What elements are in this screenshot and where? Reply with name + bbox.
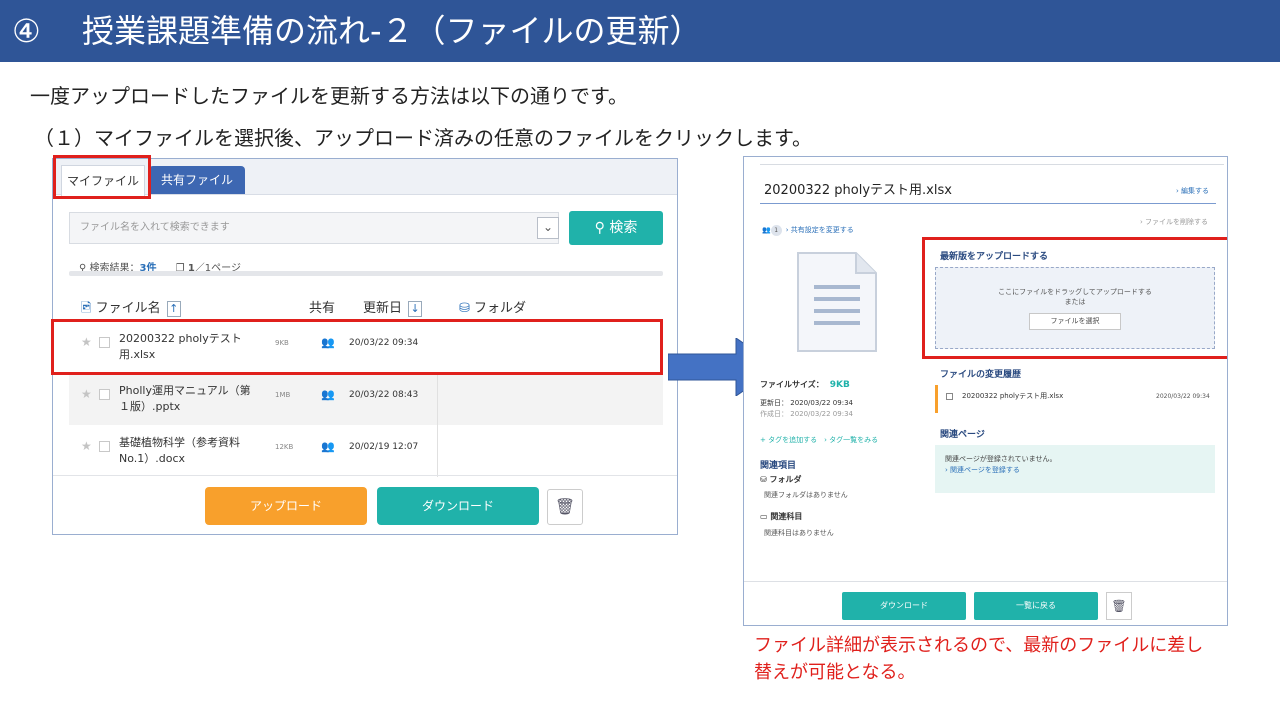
file-size-info: ファイルサイズ： 9KB [760, 379, 850, 390]
history-row[interactable]: 20200322 pholyテスト用.xlsx 2020/03/22 09:34 [935, 385, 1215, 413]
table-row[interactable]: ★ Pholly運用マニュアル（第１版）.pptx 1MB 👥 20/03/22… [69, 373, 663, 425]
folder-icon: ⛁ [459, 301, 470, 316]
file-date: 20/03/22 08:43 [349, 390, 419, 400]
search-button-label: 検索 [609, 220, 638, 236]
document-icon [797, 252, 877, 352]
related-pages-box: 関連ページが登録されていません。 › 関連ページを登録する [935, 445, 1215, 493]
file-size-label: ファイルサイズ： [760, 380, 824, 389]
created-value: 2020/03/22 09:34 [790, 410, 853, 418]
related-folder-heading: フォルダ [769, 475, 802, 484]
slide-title-bar: ④ 授業課題準備の流れ-２（ファイルの更新） [0, 0, 1280, 62]
upload-button[interactable]: アップロード [205, 487, 367, 525]
top-divider [760, 164, 1224, 165]
folder-column-divider [437, 373, 438, 477]
file-size: 1MB [275, 391, 291, 399]
header-shared: 共有 [309, 301, 336, 316]
row-checkbox[interactable] [99, 389, 110, 400]
header-name[interactable]: 🖻 ファイル名 ↑ [81, 297, 181, 321]
history-date: 2020/03/22 09:34 [1156, 393, 1210, 400]
row-checkbox[interactable] [99, 441, 110, 452]
download-button[interactable]: ダウンロード [842, 592, 966, 620]
chevron-down-icon[interactable]: ⌄ [537, 217, 559, 239]
history-heading: ファイルの変更履歴 [940, 370, 1022, 380]
edit-link[interactable]: › 編集する [1176, 186, 1209, 196]
footer-divider [53, 475, 677, 476]
header-name-label: ファイル名 [95, 301, 161, 316]
file-size: 12KB [275, 443, 294, 451]
file-title: 20200322 pholyテスト用.xlsx [764, 183, 952, 198]
download-button[interactable]: ダウンロード [377, 487, 539, 525]
shared-users-icon: 👥 [762, 226, 771, 234]
history-file-name: 20200322 pholyテスト用.xlsx [962, 392, 1064, 400]
related-subject-none: 関連科目はありません [764, 529, 834, 537]
related-subject-heading: 関連科目 [770, 512, 803, 521]
trash-icon[interactable]: 🗑 [547, 489, 583, 525]
share-settings-link[interactable]: › 共有設定を変更する [786, 226, 854, 234]
file-dates: 更新日： 2020/03/22 09:34 作成日： 2020/03/22 09… [760, 398, 853, 420]
header-updated-label: 更新日 [363, 301, 403, 316]
shared-users-icon: 👥 [321, 440, 335, 453]
related-pages-heading: 関連ページ [940, 430, 985, 440]
search-input[interactable]: ファイル名を入れて検索できます [69, 212, 559, 244]
updated-value: 2020/03/22 09:34 [790, 399, 853, 407]
file-detail-panel: 20200322 pholyテスト用.xlsx › 編集する › ファイルを削除… [743, 156, 1228, 626]
subject-icon: ▭ [760, 512, 771, 521]
shared-users-icon: 👥 [321, 388, 335, 401]
delete-file-link[interactable]: › ファイルを削除する [1140, 217, 1208, 227]
related-folder: ⛁ フォルダ [760, 474, 802, 485]
slide: ④ 授業課題準備の流れ-２（ファイルの更新） 一度アップロードしたファイルを更新す… [0, 0, 1280, 720]
table-row[interactable]: ★ 基礎植物科学（参考資料No.1）.docx 12KB 👥 20/02/19 … [69, 425, 663, 477]
search-icon: ⚲ [594, 220, 605, 236]
file-image-icon: 🖻 [81, 301, 92, 316]
related-folder-none: 関連フォルダはありません [764, 491, 848, 499]
note-text: ファイル詳細が表示されるので、最新のファイルに差し替えが可能となる。 [754, 635, 1204, 683]
file-name[interactable]: Pholly運用マニュアル（第１版）.pptx [119, 383, 259, 415]
header-folder-label: フォルダ [474, 301, 527, 316]
highlight-box-tab [53, 155, 151, 199]
intro-text: 一度アップロードしたファイルを更新する方法は以下の通りです。 [30, 84, 628, 108]
file-name[interactable]: 基礎植物科学（参考資料No.1）.docx [119, 435, 259, 467]
tab-shared-files[interactable]: 共有ファイル [149, 166, 245, 194]
share-count-badge: 1 [770, 225, 782, 236]
sort-desc-icon[interactable]: ↓ [408, 301, 423, 317]
search-button[interactable]: ⚲ 検索 [569, 211, 663, 245]
related-pages-none: 関連ページが登録されていません。 [945, 455, 1057, 463]
share-settings: 👥 1 › 共有設定を変更する [762, 225, 854, 236]
header-folder: ⛁ フォルダ [459, 297, 526, 316]
slide-title: 授業課題準備の流れ-２（ファイルの更新） [82, 12, 702, 50]
trash-icon[interactable]: 🗑 [1106, 592, 1132, 620]
star-icon[interactable]: ★ [81, 387, 92, 401]
related-heading: 関連項目 [760, 461, 797, 471]
result-divider [69, 271, 663, 276]
step-text: （１）マイファイルを選択後、アップロード済みの任意のファイルをクリックします。 [34, 126, 812, 150]
file-date: 20/02/19 12:07 [349, 442, 419, 452]
header-updated[interactable]: 更新日 ↓ [363, 297, 423, 317]
title-number: ④ [12, 12, 41, 50]
file-size-value: 9KB [829, 380, 850, 390]
folder-icon: ⛁ [760, 475, 770, 484]
footer-divider [744, 581, 1227, 582]
table-header: 🖻 ファイル名 ↑ 共有 更新日 ↓ ⛁ フォルダ [81, 297, 661, 317]
highlight-box-upload [922, 237, 1227, 359]
register-related-page-link[interactable]: › 関連ページを登録する [945, 465, 1020, 475]
star-icon[interactable]: ★ [81, 439, 92, 453]
file-list-panel: マイファイル 共有ファイル ファイル名を入れて検索できます ⌄ ⚲ 検索 ⚲ 検… [51, 155, 678, 535]
history-checkbox[interactable] [946, 393, 953, 400]
sort-asc-icon[interactable]: ↑ [166, 301, 181, 317]
highlight-box-row [51, 319, 663, 375]
created-label: 作成日： [760, 410, 788, 418]
title-underline [760, 203, 1216, 204]
updated-label: 更新日： [760, 399, 788, 407]
related-subject: ▭ 関連科目 [760, 511, 802, 522]
back-to-list-button[interactable]: 一覧に戻る [974, 592, 1098, 620]
tag-links[interactable]: + タグを追加する › タグ一覧をみる [760, 435, 878, 445]
